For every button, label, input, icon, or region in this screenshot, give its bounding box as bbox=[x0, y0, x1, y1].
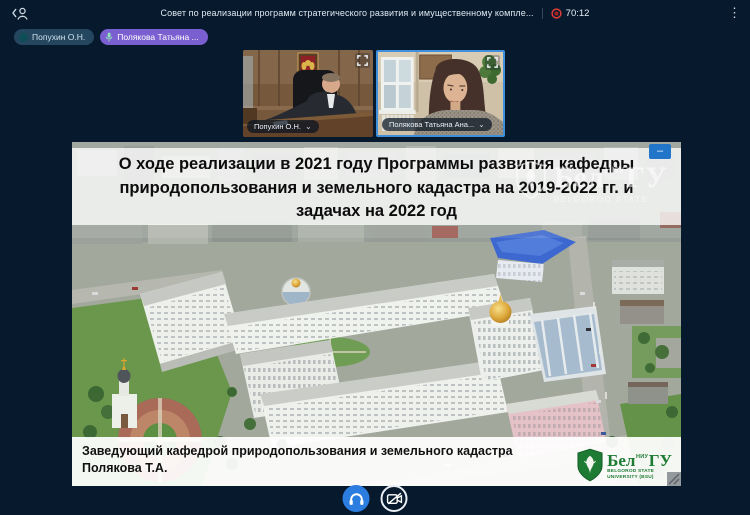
talking-indicator-label: Полякова Татьяна ... bbox=[117, 32, 199, 42]
logo-subtitle: UNIVERSITY (BSU) bbox=[607, 475, 654, 480]
action-bar bbox=[342, 485, 408, 512]
topbar-center: Совет по реализации программ стратегичес… bbox=[0, 0, 750, 26]
video-tile-polyakova: Полякова Татьяна Ана... ⌄ bbox=[376, 50, 505, 137]
talking-indicators: Попухин О.Н. Полякова Татьяна ... bbox=[14, 29, 208, 45]
options-menu-button[interactable]: ⋮ bbox=[722, 2, 741, 22]
resize-handle[interactable] bbox=[667, 472, 681, 486]
webcam-button[interactable] bbox=[380, 485, 408, 512]
belgu-shield-icon bbox=[516, 160, 546, 199]
slide-caption: Заведующий кафедрой природопользования и… bbox=[72, 437, 681, 486]
video-name-tag[interactable]: Полякова Татьяна Ана... ⌄ bbox=[382, 118, 492, 131]
video-tile-popukhin: Попухин О.Н. ⌄ bbox=[243, 50, 373, 137]
muted-speaker-icon bbox=[19, 32, 28, 42]
watermark-subtitle: BELGOROD STATE bbox=[553, 195, 649, 204]
kebab-icon: ⋮ bbox=[728, 5, 741, 20]
recording-time: 70:12 bbox=[565, 7, 590, 19]
belgu-watermark-logo: БелНИУГУ BELGOROD STATE bbox=[516, 155, 667, 204]
talking-indicator-popukhin[interactable]: Попухин О.Н. bbox=[14, 29, 95, 45]
headphones-icon bbox=[349, 493, 363, 505]
presentation-area: О ходе реализации в 2021 году Программы … bbox=[72, 142, 681, 486]
fullscreen-button[interactable] bbox=[355, 53, 370, 68]
microphone-icon bbox=[105, 32, 113, 42]
video-user-name: Полякова Татьяна Ана... bbox=[389, 120, 475, 129]
watermark-name: БелНИУГУ bbox=[553, 161, 667, 194]
meeting-title: Совет по реализации программ стратегичес… bbox=[160, 8, 534, 18]
chevron-down-icon: ⌄ bbox=[304, 122, 312, 131]
recording-indicator[interactable]: 70:12 bbox=[551, 7, 590, 19]
belgu-logo: БелНИУГУ BELGOROD STATE UNIVERSITY (BSU) bbox=[577, 448, 672, 482]
top-bar: Совет по реализации программ стратегичес… bbox=[0, 0, 750, 26]
fullscreen-icon bbox=[487, 57, 498, 68]
resize-grip-icon bbox=[668, 473, 680, 485]
chevron-down-icon: ⌄ bbox=[478, 120, 485, 129]
audio-button[interactable] bbox=[342, 485, 370, 512]
fullscreen-icon bbox=[357, 55, 368, 66]
video-name-tag[interactable]: Попухин О.Н. ⌄ bbox=[247, 120, 319, 133]
fullscreen-button[interactable] bbox=[485, 55, 500, 70]
webcam-area: Попухин О.Н. ⌄ Полякова Татьяна Ана... ⌄ bbox=[243, 50, 505, 137]
record-icon bbox=[551, 7, 562, 19]
minimize-icon: – bbox=[656, 145, 664, 157]
talking-indicator-label: Попухин О.Н. bbox=[32, 32, 86, 42]
webcam-off-icon bbox=[386, 492, 402, 505]
talking-indicator-polyakova[interactable]: Полякова Татьяна ... bbox=[100, 29, 208, 45]
minimize-presentation-button[interactable]: – bbox=[649, 144, 671, 159]
logo-name: БелНИУГУ bbox=[607, 451, 672, 470]
topbar-separator bbox=[541, 7, 543, 19]
video-user-name: Попухин О.Н. bbox=[254, 122, 301, 131]
belgu-shield-icon bbox=[577, 448, 603, 482]
